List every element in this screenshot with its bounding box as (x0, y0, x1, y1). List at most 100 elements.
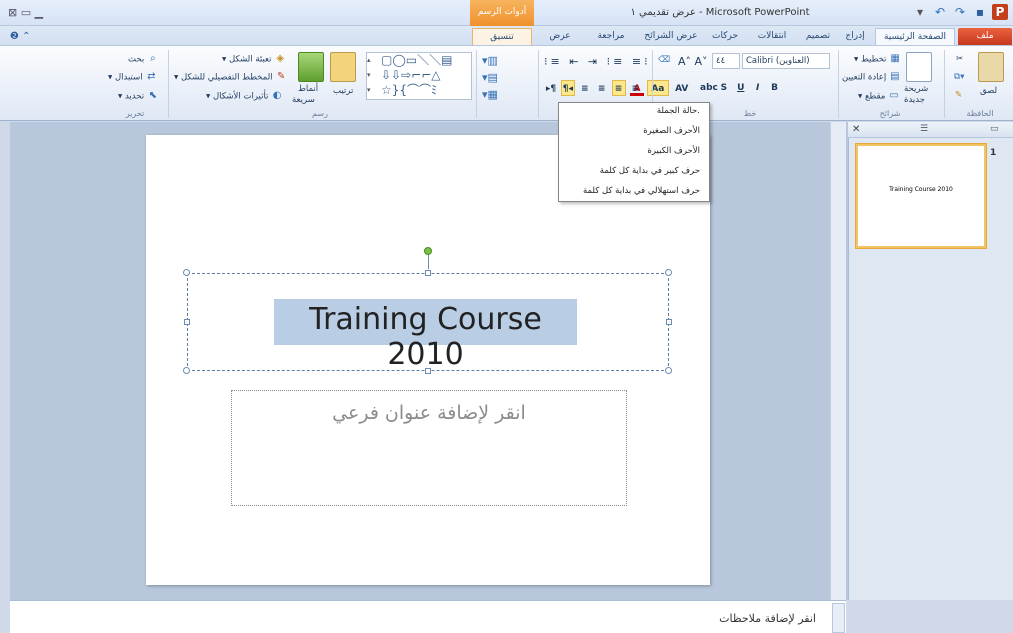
align-center-icon[interactable]: ≡ (595, 81, 609, 97)
tab-transitions[interactable]: انتقالات (748, 28, 796, 46)
rotation-handle[interactable] (424, 247, 432, 255)
replace-icon: ⇄ (147, 71, 156, 82)
menu-item-capitalize-each-word[interactable]: حرف كبير في بداية كل كلمة (560, 166, 706, 176)
cut-icon[interactable]: ✂ (956, 54, 963, 64)
subtitle-placeholder-text[interactable]: انقر لإضافة عنوان فرعي (231, 402, 627, 424)
layout-button[interactable]: ▾ تخطيط ▦ (854, 53, 901, 65)
notes-scrollbar[interactable] (832, 603, 845, 633)
new-slide-icon[interactable] (906, 52, 932, 82)
group-separator (838, 50, 839, 118)
tab-home[interactable]: الصفحة الرئيسية (875, 28, 955, 46)
new-slide-label-2[interactable]: جديدة (904, 95, 925, 105)
quick-styles-label-2[interactable]: سريعة (292, 95, 315, 105)
tab-format[interactable]: تنسيق (472, 28, 532, 46)
replace-button[interactable]: ▾ استبدال ⇄ (108, 71, 157, 83)
font-name-value: Calibri (العناوين) (742, 53, 830, 69)
resize-handle-bottom-left[interactable] (183, 367, 190, 374)
menu-item-toggle-case[interactable]: حرف استهلالي في بداية كل كلمة (560, 186, 706, 196)
tab-file[interactable]: ملف (958, 28, 1012, 46)
notes-placeholder[interactable]: انقر لإضافة ملاحظات (600, 612, 816, 625)
rtl-icon[interactable]: ▸¶ (544, 81, 558, 97)
menu-item-lowercase[interactable]: الأحرف الصغيرة (560, 126, 706, 136)
slides-tab-icon[interactable]: ▭ (990, 124, 999, 134)
shape-effects-label: تأثيرات الأشكال (212, 91, 269, 102)
italic-icon[interactable]: I (751, 80, 765, 96)
tab-review[interactable]: مراجعة (586, 28, 636, 46)
paste-icon[interactable] (978, 52, 1004, 82)
tab-design[interactable]: تصميم (800, 28, 836, 46)
bold-icon[interactable]: B (768, 80, 782, 96)
quick-styles-icon[interactable] (298, 52, 324, 82)
align-right-icon[interactable]: ≡ (611, 80, 626, 96)
shape-outline-button[interactable]: ▾ المخطط التفصيلي للشكل ✎ (174, 71, 287, 83)
font-size-box[interactable]: ٤٤ (712, 53, 740, 69)
shape-fill-button[interactable]: ▾ تعبئة الشكل ◈ (222, 53, 286, 65)
find-icon: ⌕ (150, 53, 156, 64)
shadow-icon[interactable]: S (717, 80, 731, 96)
arrange-icon[interactable] (330, 52, 356, 82)
tab-slideshow[interactable]: عرض الشرائح (640, 28, 702, 46)
char-spacing-icon[interactable]: AV (672, 81, 692, 97)
grow-shrink-font-icon[interactable]: A˄ A˅ (678, 55, 708, 68)
ltr-icon[interactable]: ¶◂ (560, 80, 575, 96)
window-controls[interactable]: ⊠ ▭ ▁ (8, 6, 43, 19)
alignment-buttons: ▸¶ ¶◂ ≡ ≡ ≡ ≡ (544, 80, 642, 97)
help-icon[interactable]: ❷ ⌃ (10, 31, 31, 42)
arrange-label[interactable]: ترتيب (333, 86, 353, 96)
font-style-buttons: abc S U I B (700, 80, 782, 96)
editing-group-label: تحرير (125, 109, 145, 118)
new-slide-label-1[interactable]: شريحة (904, 84, 928, 94)
undo-icon[interactable]: ↶ (932, 4, 948, 20)
text-direction-icons[interactable]: ▾▥ ▾▤ ▾▦ (482, 52, 498, 103)
redo-icon[interactable]: ↷ (952, 4, 968, 20)
menu-item-uppercase[interactable]: الأحرف الكبيرة (560, 146, 706, 156)
editor-vertical-scrollbar[interactable] (830, 122, 846, 600)
align-left-icon[interactable]: ≡ (628, 81, 642, 97)
slide-thumbnail[interactable] (856, 144, 986, 248)
underline-icon[interactable]: U (734, 80, 748, 96)
close-pane-icon[interactable]: ✕ (852, 124, 860, 135)
select-button[interactable]: ▾ تحديد ⬉ (118, 90, 159, 102)
shapes-gallery[interactable]: ▢◯▭＼＼▤ ⇩⇩⇨⌐⌐△ ☆}{⌒⌒ﾐ (366, 52, 472, 100)
reset-button[interactable]: إعادة التعيين ▤ (842, 71, 901, 83)
save-icon[interactable]: ▪ (972, 4, 988, 20)
font-group-label: خط (743, 109, 757, 118)
quick-styles-label-1[interactable]: أنماط (298, 84, 318, 94)
reset-icon: ▤ (890, 71, 900, 82)
section-label: مقطع (864, 91, 886, 102)
font-size-value: ٤٤ (712, 53, 740, 69)
format-painter-icon[interactable]: ✎ (955, 90, 962, 100)
group-separator (944, 50, 945, 118)
shapes-gallery-scroll-icon[interactable]: ▴ ▾ ▾ (367, 53, 377, 99)
drawing-tools-contextual-label: أدوات الرسم (470, 0, 534, 26)
resize-handle-bottom-right[interactable] (665, 367, 672, 374)
list-indent-buttons[interactable]: ⁝≡ ⇤ ⇥ ⁝≡ ≡⁝ (544, 55, 651, 68)
find-button[interactable]: بحث ⌕ (128, 53, 159, 65)
resize-handle-top-left[interactable] (183, 269, 190, 276)
resize-handle-top[interactable] (425, 270, 431, 276)
customize-qat-icon[interactable]: ▾ (912, 4, 928, 20)
change-case-icon[interactable]: Aa (646, 80, 669, 96)
resize-handle-top-right[interactable] (665, 269, 672, 276)
font-name-box[interactable]: Calibri (العناوين) (742, 53, 830, 69)
reset-label: إعادة التعيين (842, 72, 887, 83)
tab-animations[interactable]: حركات (704, 28, 746, 46)
tab-insert[interactable]: إدراج (838, 28, 872, 46)
strikethrough-icon[interactable]: abc (700, 80, 718, 96)
group-separator (538, 50, 539, 118)
copy-icon[interactable]: ⧉▾ (954, 72, 964, 82)
clear-formatting-icon[interactable]: ⌫ (658, 55, 670, 65)
powerpoint-logo-icon[interactable]: P (992, 4, 1008, 20)
resize-handle-left[interactable] (184, 319, 190, 325)
paste-button-label[interactable]: لصق (980, 86, 997, 96)
clipboard-group-label: الحافظة (966, 109, 994, 118)
group-separator (476, 50, 477, 118)
slide-title-text[interactable]: Training Course 2010 (274, 302, 577, 372)
shape-effects-button[interactable]: ▾ تأثيرات الأشكال ◐ (206, 90, 283, 102)
resize-handle-right[interactable] (666, 319, 672, 325)
justify-icon[interactable]: ≡ (578, 81, 592, 97)
section-button[interactable]: ▾ مقطع ▭ (858, 90, 900, 102)
tab-view[interactable]: عرض (540, 28, 580, 46)
outline-tab-icon[interactable]: ☰ (920, 124, 928, 134)
menu-item-sentence-case[interactable]: حالة الجملة. (560, 106, 706, 116)
